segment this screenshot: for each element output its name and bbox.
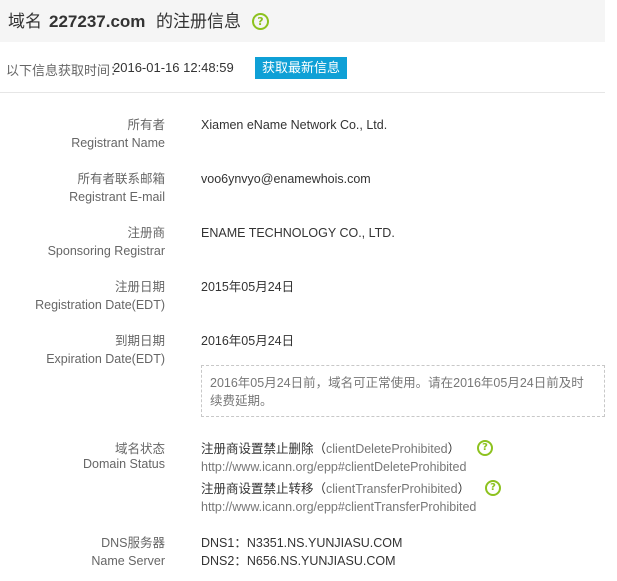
- question-circle-icon[interactable]: ?: [477, 440, 493, 456]
- registrar-label-en: Sponsoring Registrar: [47, 244, 165, 258]
- registration-date-label-cn: 注册日期: [114, 280, 165, 294]
- registrant-email-label-cn: 所有者联系邮箱: [77, 172, 165, 186]
- expiration-date-label-en: Expiration Date(EDT): [46, 352, 165, 366]
- expiration-date-value: 2016年05月24日: [201, 334, 295, 348]
- registrant-name-label-cn: 所有者: [127, 118, 165, 132]
- domain-name: 227237.com: [49, 12, 146, 31]
- registration-date-value: 2015年05月24日: [201, 280, 295, 294]
- header-prefix: 域名: [8, 12, 42, 31]
- status-item-code: clientDeleteProhibited: [326, 442, 448, 456]
- dns-server-2: DNS2：N656.NS.YUNJIASU.COM: [201, 554, 396, 568]
- status-item-cn: 注册商设置禁止转移（: [201, 482, 327, 496]
- status-item-close: ）: [447, 442, 461, 456]
- dns-server-1: DNS1：N3351.NS.YUNJIASU.COM: [201, 536, 403, 550]
- status-item-url[interactable]: http://www.icann.org/epp#clientDeletePro…: [201, 458, 466, 476]
- refresh-info-button[interactable]: 获取最新信息: [255, 57, 347, 79]
- registrar-label-cn: 注册商: [127, 226, 165, 240]
- registrant-email-label-en: Registrant E-mail: [69, 190, 165, 204]
- domain-status-label-en: Domain Status: [83, 457, 165, 471]
- registrar-value: ENAME TECHNOLOGY CO., LTD.: [201, 226, 395, 240]
- fetch-time-label: 以下信息获取时间：: [6, 63, 124, 78]
- registration-date-label-en: Registration Date(EDT): [35, 298, 165, 312]
- registrant-name-value: Xiamen eName Network Co., Ltd.: [201, 118, 388, 132]
- status-item: 注册商设置禁止转移（clientTransferProhibited）: [201, 480, 470, 498]
- divider: [0, 92, 605, 93]
- registrant-email-value: voo6ynvyo@enamewhois.com: [201, 172, 371, 186]
- fetch-time-value: 2016-01-16 12:48:59: [113, 60, 234, 75]
- dns-label-cn: DNS服务器: [101, 536, 165, 550]
- question-circle-icon[interactable]: ?: [252, 13, 269, 30]
- status-item-close: ）: [457, 482, 471, 496]
- status-item-cn: 注册商设置禁止删除（: [201, 442, 327, 456]
- status-item-url[interactable]: http://www.icann.org/epp#clientTransferP…: [201, 498, 476, 516]
- status-item-code: clientTransferProhibited: [326, 482, 458, 496]
- registrant-name-label-en: Registrant Name: [71, 136, 165, 150]
- question-circle-icon[interactable]: ?: [485, 480, 501, 496]
- dns-label-en: Name Server: [91, 554, 165, 568]
- page-header: 域名 227237.com 的注册信息 ?: [0, 0, 605, 42]
- expiration-date-label-cn: 到期日期: [114, 334, 165, 348]
- expiration-notice: 2016年05月24日前，域名可正常使用。请在2016年05月24日前及时续费延…: [201, 365, 605, 417]
- header-suffix: 的注册信息: [156, 12, 241, 31]
- status-item: 注册商设置禁止删除（clientDeleteProhibited）: [201, 440, 460, 458]
